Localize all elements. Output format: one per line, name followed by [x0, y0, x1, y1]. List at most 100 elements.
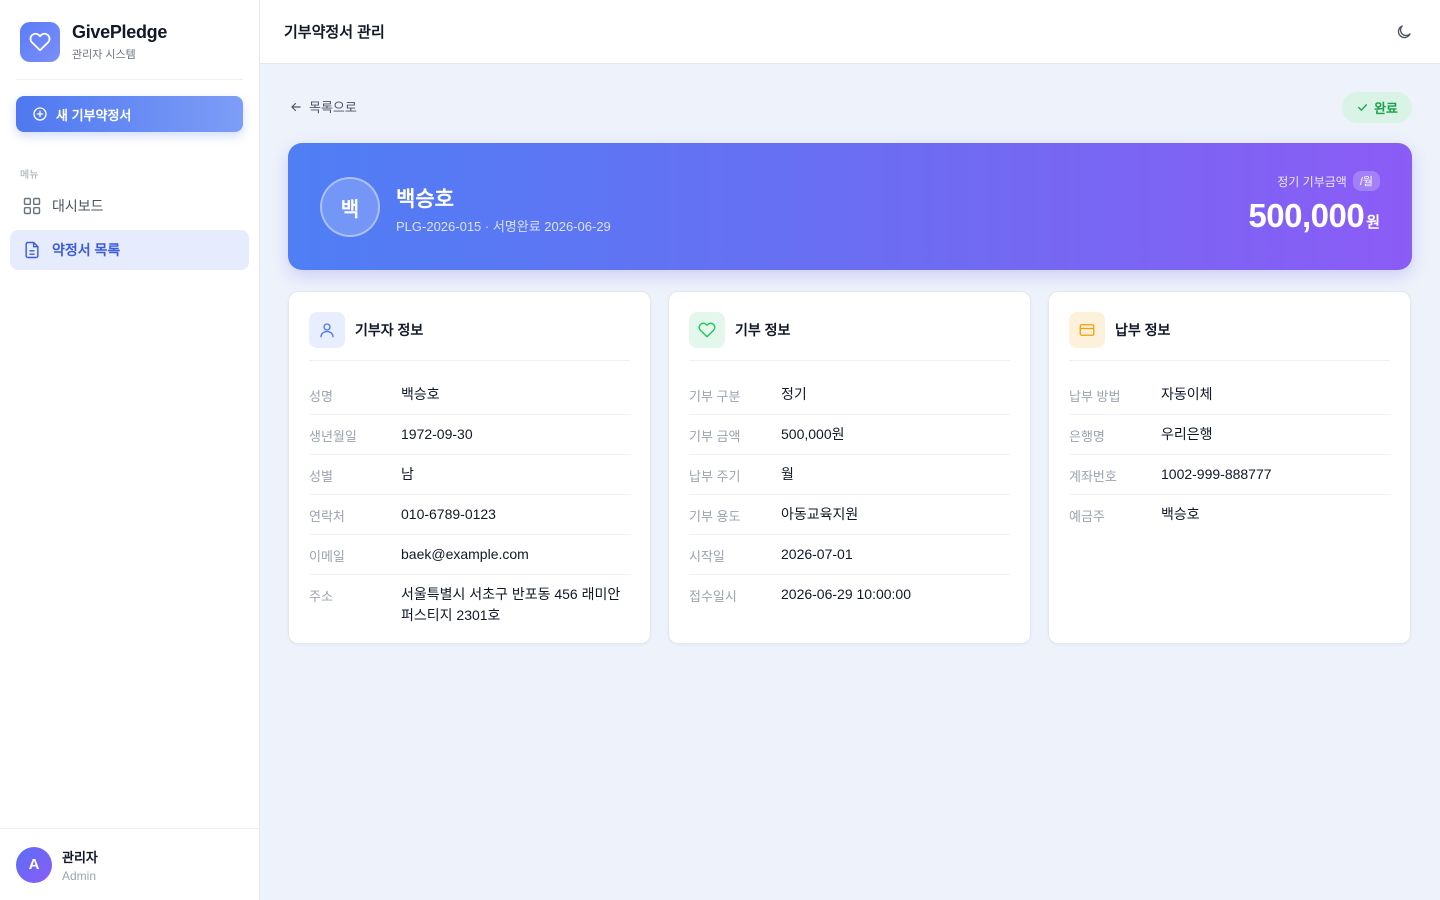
row-label: 주소: [309, 589, 333, 604]
row-value: 500,000원: [781, 426, 845, 442]
payment-info-card: 납부 정보 납부 방법 자동이체 은행명 우리은행 계좌번호 1002-999-888…: [1048, 291, 1411, 644]
heart-logo-icon: [20, 22, 60, 62]
row-label: 생년월일: [309, 429, 357, 444]
top-bar: 기부약정서 관리: [260, 0, 1440, 64]
pledge-meta: PLG-2026-015 · 서명완료 2026-06-29: [396, 219, 611, 234]
row-value: 정기: [781, 386, 807, 402]
user-profile[interactable]: A 관리자 Admin: [0, 828, 259, 900]
brand[interactable]: GivePledge 관리자 시스템: [20, 22, 167, 62]
divider: [1069, 360, 1390, 361]
info-row: 시작일 2026-07-01: [689, 535, 1010, 575]
row-label: 시작일: [689, 549, 725, 564]
row-value: 1002-999-888777: [1161, 466, 1272, 482]
row-value: 백승호: [1161, 506, 1200, 522]
document-icon: [25, 241, 39, 259]
page-title: 기부약정서 관리: [284, 24, 385, 41]
row-label: 성별: [309, 469, 333, 484]
arrow-left-icon: [291, 102, 301, 111]
row-value: 우리은행: [1161, 426, 1213, 442]
row-value: 010-6789-0123: [401, 506, 496, 522]
grid-icon: [23, 197, 41, 215]
info-row: 성명 백승호: [309, 375, 630, 415]
sidebar-item-label: 대시보드: [52, 198, 104, 214]
row-value: 자동이체: [1161, 386, 1213, 402]
info-row: 납부 방법 자동이체: [1069, 375, 1390, 415]
avatar: A: [16, 846, 52, 883]
divider: [689, 360, 1010, 361]
row-label: 연락처: [309, 509, 345, 524]
user-role: Admin: [62, 868, 97, 883]
divider: [16, 79, 243, 80]
brand-name: GivePledge: [72, 22, 168, 42]
info-row: 접수일시 2026-06-29 10:00:00: [689, 575, 1010, 614]
row-value: 서울특별시 서초구 반포동 456 래미안퍼스티지 2301호: [401, 586, 621, 623]
info-row: 생년월일 1972-09-30: [309, 415, 630, 455]
info-row: 계좌번호 1002-999-888777: [1069, 455, 1390, 495]
divider: [309, 360, 630, 361]
theme-toggle-button[interactable]: [1392, 20, 1416, 44]
status-label: 완료: [1374, 101, 1398, 116]
donor-summary-banner: 백 백승호 PLG-2026-015 · 서명완료 2026-06-29 정기 …: [288, 143, 1412, 270]
donor-info-list: 성명 백승호 생년월일 1972-09-30 성별 남 연락처 010-6789-012…: [309, 375, 630, 635]
amount-unit: 원: [1366, 214, 1380, 231]
row-value: 백승호: [401, 386, 440, 402]
amount-value: 500,000: [1248, 197, 1365, 234]
payment-info-list: 납부 방법 자동이체 은행명 우리은행 계좌번호 1002-999-888777 예금…: [1069, 375, 1390, 534]
row-label: 납부 주기: [689, 469, 741, 484]
brand-subtitle: 관리자 시스템: [72, 49, 136, 61]
donation-info-list: 기부 구분 정기 기부 금액 500,000원 납부 주기 월 기부 용도 아동교육지원…: [689, 375, 1010, 614]
info-row: 납부 주기 월: [689, 455, 1010, 495]
row-value: 아동교육지원: [781, 506, 859, 522]
sidebar-item-label: 약정서 목록: [52, 242, 121, 258]
row-label: 은행명: [1069, 429, 1105, 444]
new-pledge-button[interactable]: 새 기부약정서: [16, 96, 243, 132]
info-row: 기부 금액 500,000원: [689, 415, 1010, 455]
info-row: 기부 구분 정기: [689, 375, 1010, 415]
info-row: 은행명 우리은행: [1069, 415, 1390, 455]
status-badge: 완료: [1342, 92, 1412, 123]
row-value: 1972-09-30: [401, 426, 473, 442]
row-value: 월: [781, 466, 794, 482]
row-label: 납부 방법: [1069, 389, 1121, 404]
donor-info-card: 기부자 정보 성명 백승호 생년월일 1972-09-30 성별 남 연락처 010-6…: [288, 291, 651, 644]
check-icon: [1358, 104, 1368, 111]
sidebar: GivePledge 관리자 시스템 새 기부약정서 메뉴 대시보드 약정서 목…: [0, 0, 260, 900]
user-name: 관리자: [62, 849, 98, 865]
donor-avatar: 백: [320, 177, 380, 237]
back-to-list-link[interactable]: 목록으로: [289, 97, 357, 116]
sidebar-item-dashboard[interactable]: 대시보드: [10, 186, 249, 226]
user-icon: [309, 312, 345, 348]
info-row: 이메일 baek@example.com: [309, 535, 630, 575]
sidebar-item-pledge-list[interactable]: 약정서 목록: [10, 230, 249, 270]
moon-icon: [1397, 25, 1411, 39]
donor-name: 백승호: [396, 188, 454, 211]
row-label: 접수일시: [689, 589, 737, 604]
info-row: 성별 남: [309, 455, 630, 495]
row-value: baek@example.com: [401, 546, 529, 562]
pledge-amount-block: 정기 기부금액 /월 500,000 원: [1248, 171, 1380, 235]
info-row: 주소 서울특별시 서초구 반포동 456 래미안퍼스티지 2301호: [309, 575, 630, 635]
amount-label: 정기 기부금액: [1277, 174, 1347, 189]
card-title: 납부 정보: [1115, 322, 1171, 338]
period-badge: /월: [1352, 171, 1380, 191]
info-row: 기부 용도 아동교육지원: [689, 495, 1010, 535]
row-label: 기부 용도: [689, 509, 741, 524]
plus-circle-icon: [33, 107, 47, 121]
row-value: 남: [401, 466, 414, 482]
row-label: 이메일: [309, 549, 345, 564]
credit-card-icon: [1069, 312, 1105, 348]
donation-info-card: 기부 정보 기부 구분 정기 기부 금액 500,000원 납부 주기 월 기부 용도…: [668, 291, 1031, 644]
row-label: 계좌번호: [1069, 469, 1117, 484]
heart-icon: [689, 312, 725, 348]
row-label: 기부 금액: [689, 429, 741, 444]
card-title: 기부 정보: [735, 322, 791, 338]
row-value: 2026-07-01: [781, 546, 853, 562]
row-label: 기부 구분: [689, 389, 741, 404]
row-label: 성명: [309, 389, 333, 404]
card-title: 기부자 정보: [355, 322, 424, 338]
new-pledge-label: 새 기부약정서: [56, 107, 132, 123]
back-label: 목록으로: [309, 100, 357, 115]
row-label: 예금주: [1069, 509, 1105, 524]
info-row: 연락처 010-6789-0123: [309, 495, 630, 535]
info-row: 예금주 백승호: [1069, 495, 1390, 534]
